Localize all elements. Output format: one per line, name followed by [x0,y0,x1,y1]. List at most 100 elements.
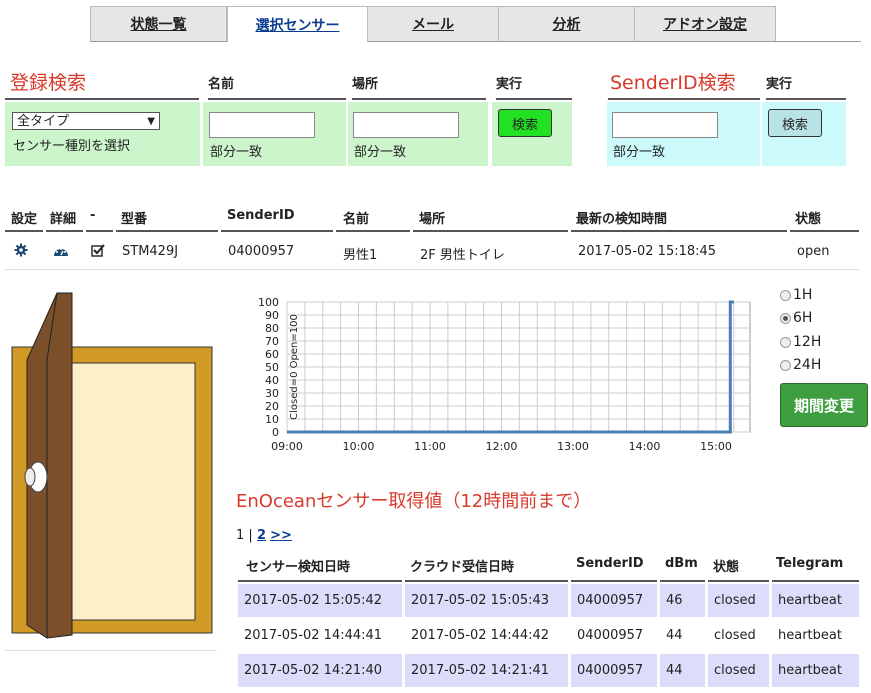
registration-search-button[interactable]: 検索 [498,109,552,137]
history-cell-dbm: 44 [660,654,705,687]
y-tick-label: 0 [272,426,279,439]
tab-addon-settings[interactable]: アドオン設定 [634,6,776,41]
th-underline [405,580,568,582]
tab-mail[interactable]: メール [367,6,499,41]
page-separator: | [248,528,253,543]
th-senderid: SenderID [227,208,295,223]
period-option-6h[interactable]: 6H [780,310,812,326]
y-axis-label: Closed=0 Open=100 [289,314,300,420]
th-name: 名前 [343,212,370,227]
period-option-label: 12H [793,334,822,350]
name-search-input[interactable] [209,112,315,138]
y-tick-label: 70 [265,335,279,348]
th-settings: 設定 [11,212,38,227]
history-cell-state: closed [708,584,769,617]
history-cell-sender-id: 04000957 [571,654,657,687]
sensor-state: open [797,244,830,259]
y-tick-label: 10 [265,413,279,426]
tab-analysis[interactable]: 分析 [498,6,635,41]
th-underline [221,230,333,232]
y-tick-label: 80 [265,322,279,335]
x-tick-label: 11:00 [414,440,446,453]
name-hint: 部分一致 [210,145,263,160]
senderid-search-button[interactable]: 検索 [768,109,822,137]
th-state: 状態 [795,212,822,227]
history-cell-telegram: heartbeat [772,654,859,687]
y-tick-label: 20 [265,400,279,413]
sensor-last-detect: 2017-05-02 15:18:45 [578,244,717,259]
place-hint: 部分一致 [354,145,407,160]
th-underline [46,230,83,232]
y-tick-label: 100 [258,296,279,309]
history-cell-sender-id: 04000957 [571,619,657,652]
x-tick-label: 13:00 [557,440,589,453]
th-underline [336,230,410,232]
th-underline [772,580,859,582]
th-place: 場所 [419,212,446,227]
x-tick-label: 09:00 [271,440,303,453]
sensor-type-hint: センサー種別を選択 [13,139,131,154]
history-cell-dbm: 44 [660,619,705,652]
th-model: 型番 [121,212,148,227]
period-option-1h[interactable]: 1H [780,287,812,303]
gear-icon[interactable] [14,243,28,261]
th-underline [5,230,43,232]
chevron-down-icon: ▼ [147,116,155,127]
history-title: EnOceanセンサー取得値（12時間前まで） [236,491,592,512]
registration-search-title: 登録検索 [10,72,87,94]
sensor-name: 男性1 [343,248,378,263]
history-cell-received: 2017-05-02 14:44:42 [405,619,568,652]
period-option-24h[interactable]: 24H [780,357,821,373]
th-h-state: 状態 [713,560,740,575]
page-2-link[interactable]: 2 [257,528,266,543]
next-page-link[interactable]: >> [270,528,292,543]
tab-selected-sensor[interactable]: 選択センサー [227,6,368,42]
tab-status-list[interactable]: 状態一覧 [90,6,227,41]
row-divider [5,269,859,270]
period-option-label: 1H [793,287,813,303]
dashboard-icon[interactable] [53,244,69,261]
change-period-button[interactable]: 期間変更 [780,383,868,427]
th-underline [116,230,218,232]
history-cell-detect: 2017-05-02 14:21:40 [238,654,402,687]
history-cell-telegram: heartbeat [772,584,859,617]
radio-icon [780,289,791,301]
x-tick-label: 10:00 [343,440,375,453]
x-tick-label: 12:00 [486,440,518,453]
x-tick-label: 15:00 [700,440,732,453]
th-underline [238,580,402,582]
senderid-hint: 部分一致 [613,145,666,160]
name-column-header: 名前 [208,73,346,100]
th-telegram: Telegram [776,556,844,571]
th-underline [86,230,113,232]
y-tick-label: 50 [265,361,279,374]
th-dash: - [90,208,96,223]
page-1-link[interactable]: 1 [236,528,244,543]
senderid-search-title: SenderID検索 [610,72,736,94]
senderid-search-input[interactable] [612,112,718,138]
th-h-senderid: SenderID [576,556,644,571]
history-cell-sender-id: 04000957 [571,584,657,617]
th-underline [790,230,859,232]
th-underline [571,580,657,582]
y-tick-label: 40 [265,374,279,387]
pagination: 1 | 2 >> [236,528,292,543]
sensor-place: 2F 男性トイレ [420,248,505,263]
checkbox-icon[interactable] [91,244,105,261]
place-search-input[interactable] [353,112,459,138]
y-tick-label: 90 [265,309,279,322]
sensor-type-select-value: 全タイプ [17,114,70,129]
history-cell-detect: 2017-05-02 15:05:42 [238,584,402,617]
th-underline [660,580,705,582]
history-cell-telegram: heartbeat [772,619,859,652]
header-underline [5,98,199,100]
tab-bar: 状態一覧 選択センサー メール 分析 アドオン設定 [90,6,861,42]
history-cell-detect: 2017-05-02 14:44:41 [238,619,402,652]
sender-exec-header: 実行 [766,73,846,100]
sensor-type-select[interactable]: 全タイプ ▼ [12,112,160,130]
history-cell-received: 2017-05-02 14:21:41 [405,654,568,687]
history-cell-state: closed [708,654,769,687]
exec-column-header: 実行 [496,73,572,100]
period-option-12h[interactable]: 12H [780,334,821,350]
sensor-model: STM429J [122,244,179,259]
